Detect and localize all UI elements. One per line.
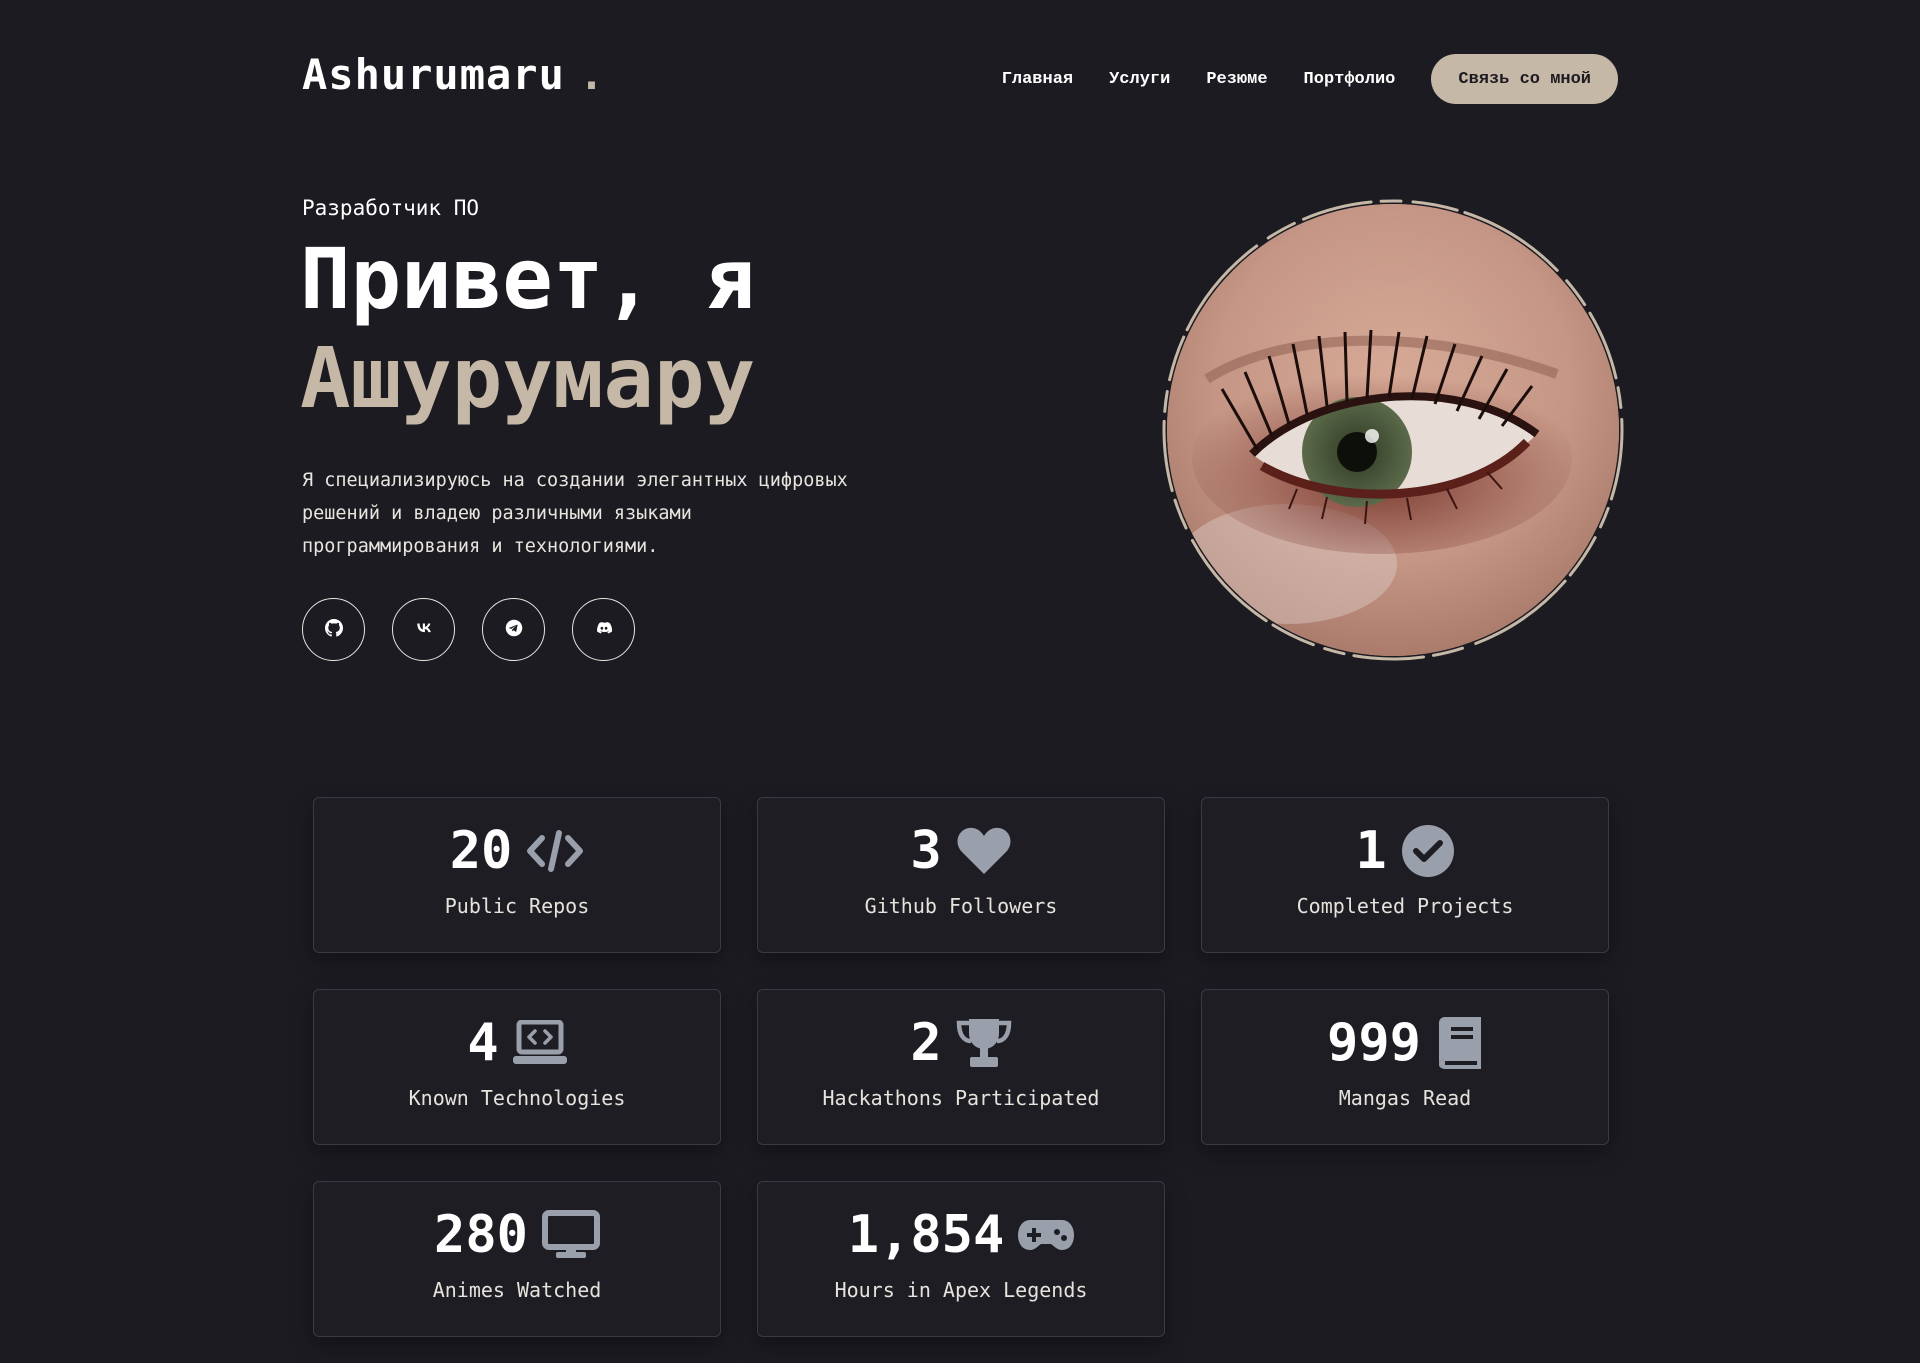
stat-label: Mangas Read [1338, 1086, 1472, 1110]
stat-card-animes: 280 Animes Watched [313, 1181, 721, 1337]
trophy-icon [956, 1017, 1012, 1069]
nav-link-portfolio[interactable]: Портфолио [1304, 70, 1396, 89]
stat-card-projects: 1 Completed Projects [1201, 797, 1609, 953]
stat-value: 280 [434, 1205, 528, 1265]
gamepad-icon [1018, 1218, 1075, 1252]
github-link[interactable] [302, 598, 365, 661]
stat-card-mangas: 999 Mangas Read [1201, 989, 1609, 1145]
stat-card-apex-hours: 1,854 Hours in Apex Legends [757, 1181, 1165, 1337]
main-nav: Главная Услуги Резюме Портфолио Связь со… [1002, 54, 1618, 104]
profile-photo-frame [1159, 196, 1627, 664]
nav-link-resume[interactable]: Резюме [1206, 70, 1267, 89]
stat-value: 4 [467, 1013, 499, 1073]
hero-greeting: Привет, я [300, 230, 756, 328]
discord-icon [595, 619, 613, 641]
stat-label: Hours in Apex Legends [834, 1278, 1088, 1302]
nav-link-services[interactable]: Услуги [1109, 70, 1170, 89]
heart-icon [956, 826, 1012, 876]
stat-card-repos: 20 Public Repos [313, 797, 721, 953]
hero-name: Ашурумару [300, 329, 756, 427]
github-icon [324, 618, 343, 641]
nav-link-home[interactable]: Главная [1002, 70, 1073, 89]
vk-link[interactable] [392, 598, 455, 661]
telegram-icon [505, 619, 523, 641]
hero-role: Разработчик ПО [302, 196, 480, 220]
stat-label: Public Repos [444, 894, 590, 918]
stat-label: Animes Watched [432, 1278, 602, 1302]
stat-card-followers: 3 Github Followers [757, 797, 1165, 953]
vk-icon [415, 619, 433, 641]
stat-label: Completed Projects [1296, 894, 1514, 918]
logo-dot: . [578, 50, 606, 99]
stat-value: 1 [1355, 821, 1387, 881]
site-logo[interactable]: Ashurumaru. [302, 50, 605, 99]
logo-text: Ashurumaru [302, 50, 565, 99]
check-circle-icon [1401, 824, 1455, 878]
stat-label: Known Technologies [408, 1086, 626, 1110]
stat-label: Github Followers [864, 894, 1058, 918]
stat-card-hackathons: 2 Hackathons Participated [757, 989, 1165, 1145]
laptop-code-icon [512, 1020, 567, 1066]
stat-card-technologies: 4 Known Technologies [313, 989, 721, 1145]
hero-description: Я специализируюсь на создании элегантных… [302, 470, 848, 557]
contact-button[interactable]: Связь со мной [1431, 54, 1618, 104]
social-links [302, 598, 635, 661]
book-icon [1435, 1015, 1483, 1071]
code-icon [526, 829, 584, 873]
stat-value: 2 [910, 1013, 942, 1073]
stat-value: 20 [449, 821, 513, 881]
stat-label: Hackathons Participated [822, 1086, 1100, 1110]
stat-value: 999 [1327, 1013, 1421, 1073]
telegram-link[interactable] [482, 598, 545, 661]
monitor-icon [541, 1210, 600, 1260]
stat-value: 3 [910, 821, 942, 881]
discord-link[interactable] [572, 598, 635, 661]
stat-value: 1,854 [847, 1205, 1005, 1265]
